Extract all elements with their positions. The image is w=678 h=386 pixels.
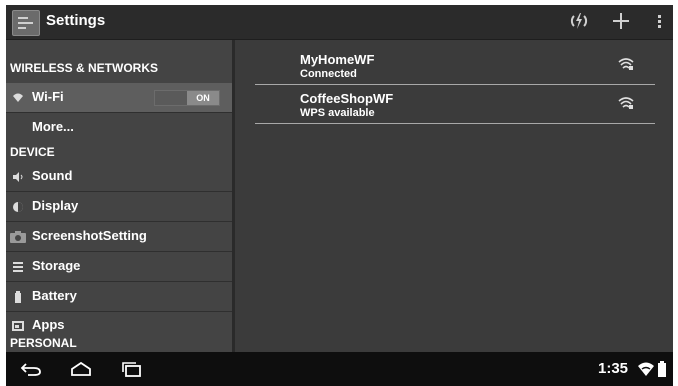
sidebar-item-label: Display (32, 198, 79, 213)
wifi-signal-icon (618, 96, 634, 110)
sidebar-item-label: Wi-Fi (32, 89, 64, 104)
sidebar-item-battery[interactable]: Battery (6, 282, 232, 312)
sidebar-item-label: Sound (32, 168, 73, 183)
sidebar-item-wifi[interactable]: Wi-Fi ON (6, 83, 232, 113)
wifi-icon (12, 91, 24, 103)
settings-sidebar: WIRELESS & NETWORKS Wi-Fi ON More... DEV… (6, 40, 232, 352)
overflow-menu-icon[interactable] (656, 10, 662, 38)
clock: 1:35 (598, 360, 629, 377)
recent-apps-icon[interactable] (121, 361, 143, 382)
storage-icon (12, 260, 24, 272)
navigation-bar: 1:35 (6, 352, 673, 386)
wifi-status-icon (638, 361, 654, 382)
section-device: DEVICE (10, 145, 55, 159)
settings-app-icon[interactable] (12, 10, 40, 36)
wifi-toggle[interactable]: ON (154, 90, 220, 106)
network-name: MyHomeWF (300, 52, 375, 67)
network-name: CoffeeShopWF (300, 91, 394, 106)
brightness-icon (12, 200, 24, 212)
sidebar-item-display[interactable]: Display (6, 192, 232, 222)
sidebar-item-sound[interactable]: Sound (6, 162, 232, 192)
sidebar-item-label: More... (32, 119, 74, 134)
sidebar-item-label: Battery (32, 288, 77, 303)
sidebar-item-screenshot-setting[interactable]: ScreenshotSetting (6, 222, 232, 252)
sidebar-item-label: Apps (32, 317, 65, 332)
home-icon[interactable] (70, 361, 92, 382)
sidebar-item-label: ScreenshotSetting (32, 228, 147, 243)
network-item[interactable]: MyHomeWF Connected (255, 47, 655, 85)
battery-status-icon (658, 361, 666, 382)
network-status: WPS available (300, 107, 375, 119)
section-wireless-networks: WIRELESS & NETWORKS (10, 61, 159, 75)
network-item[interactable]: CoffeeShopWF WPS available (255, 86, 655, 124)
back-icon[interactable] (20, 361, 42, 382)
refresh-icon[interactable] (570, 10, 588, 38)
battery-icon (12, 290, 24, 303)
wifi-network-list: MyHomeWF Connected CoffeeShopWF WPS avai… (235, 40, 673, 352)
app-title: Settings (46, 12, 106, 29)
wifi-signal-icon (618, 57, 634, 71)
section-personal: PERSONAL (10, 336, 77, 350)
speaker-icon (12, 170, 24, 182)
camera-icon (10, 230, 26, 243)
network-status: Connected (300, 68, 357, 80)
add-icon[interactable] (612, 10, 630, 38)
action-bar: Settings (6, 5, 673, 40)
apps-icon (12, 319, 24, 331)
sidebar-item-storage[interactable]: Storage (6, 252, 232, 282)
settings-screen: Settings WIRELESS & NETWORKS Wi-Fi ON Mo… (6, 5, 673, 386)
sidebar-item-label: Storage (32, 258, 81, 273)
sidebar-item-more[interactable]: More... (6, 113, 232, 142)
toggle-state: ON (187, 91, 219, 105)
